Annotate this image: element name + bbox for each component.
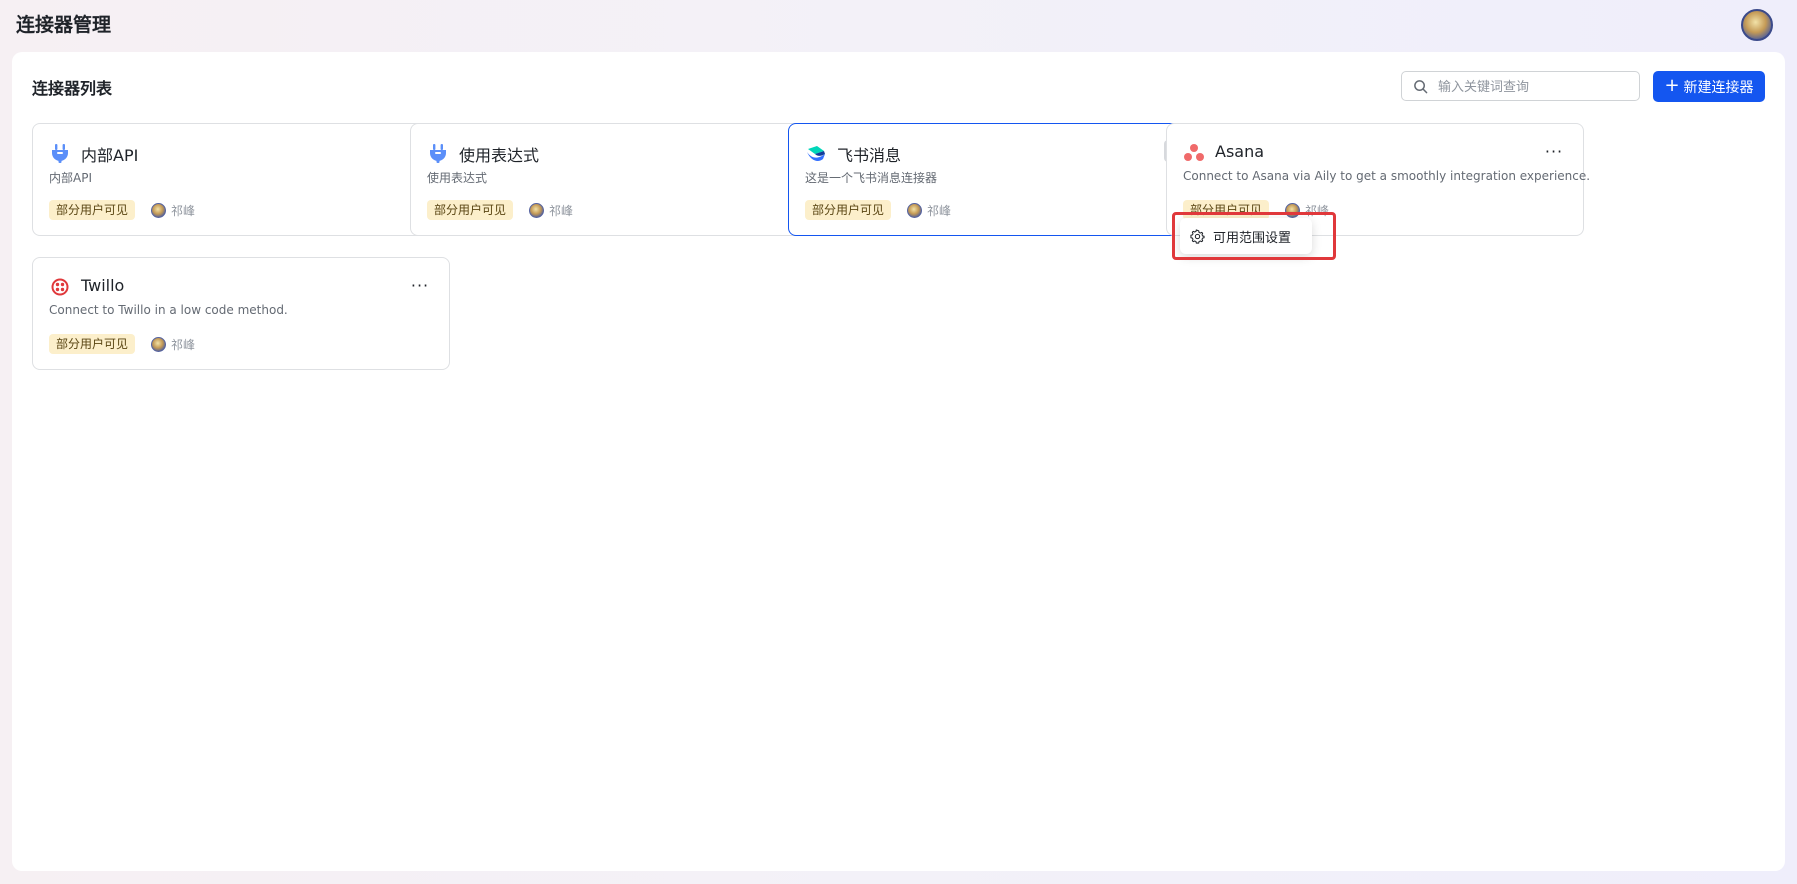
visibility-tag: 部分用户可见 <box>427 200 514 220</box>
owner-name: 祁峰 <box>1305 203 1330 218</box>
visibility-tag: 部分用户可见 <box>49 334 136 354</box>
more-menu-button[interactable]: ··· <box>1542 140 1566 162</box>
connector-name: 内部API <box>81 146 139 165</box>
feishu-logo-icon <box>807 146 825 161</box>
owner-name: 祁峰 <box>171 337 196 352</box>
owner-name: 祁峰 <box>549 203 574 218</box>
new-connector-button[interactable]: + 新建连接器 <box>1653 71 1765 102</box>
connector-card-feishu[interactable]: 飞书消息 这是一个飞书消息连接器 部分用户可见 祁峰 ··· <box>788 123 1206 236</box>
connector-name: 飞书消息 <box>837 146 902 165</box>
owner-avatar <box>1285 202 1300 218</box>
owner: 祁峰 <box>151 334 195 354</box>
plug-icon <box>52 144 68 163</box>
plus-icon: + <box>1664 74 1680 96</box>
connector-name: Twillo <box>81 276 125 295</box>
connector-card-internal-api[interactable]: 内部API 内部API 部分用户可见 祁峰 ··· <box>32 123 450 236</box>
asana-logo-icon <box>1184 144 1204 161</box>
gear-icon <box>1190 228 1205 244</box>
visibility-tag: 部分用户可见 <box>1183 200 1270 220</box>
page-title: 连接器管理 <box>16 14 112 36</box>
new-connector-label: 新建连接器 <box>1683 79 1754 96</box>
connector-desc: Connect to Asana via Aily to get a smoot… <box>1183 169 1591 183</box>
search-box[interactable] <box>1401 71 1640 101</box>
owner: 祁峰 <box>907 200 951 220</box>
search-icon <box>1414 80 1428 94</box>
owner-name: 祁峰 <box>927 203 952 218</box>
connector-card-expression[interactable]: 使用表达式 使用表达式 部分用户可见 祁峰 ··· <box>410 123 828 236</box>
connector-name: Asana <box>1215 142 1265 161</box>
connector-card-twillo[interactable]: Twillo Connect to Twillo in a low code m… <box>32 257 450 370</box>
search-input[interactable] <box>1436 76 1630 98</box>
connector-desc: 内部API <box>49 171 92 185</box>
connector-name: 使用表达式 <box>459 146 540 165</box>
plug-icon <box>430 144 446 163</box>
twilio-logo-icon <box>51 278 69 296</box>
owner-avatar <box>529 202 544 218</box>
owner: 祁峰 <box>529 200 573 220</box>
owner: 祁峰 <box>1285 200 1329 220</box>
owner: 祁峰 <box>151 200 195 220</box>
owner-avatar <box>151 336 166 352</box>
visibility-tag: 部分用户可见 <box>49 200 136 220</box>
owner-avatar <box>151 202 166 218</box>
scope-settings-label: 可用范围设置 <box>1213 230 1292 246</box>
panel-title: 连接器列表 <box>32 79 113 98</box>
visibility-tag: 部分用户可见 <box>805 200 892 220</box>
more-menu-button[interactable]: ··· <box>408 274 432 296</box>
scope-settings-menu-item[interactable]: 可用范围设置 <box>1180 218 1312 254</box>
connector-desc: 这是一个飞书消息连接器 <box>805 171 938 185</box>
owner-name: 祁峰 <box>171 203 196 218</box>
connector-desc: 使用表达式 <box>427 171 488 185</box>
connector-desc: Connect to Twillo in a low code method. <box>49 303 288 317</box>
owner-avatar <box>907 202 922 218</box>
connector-panel: 连接器列表 + 新建连接器 内部API 内部API 部分用户可见 祁峰 ··· <box>12 52 1785 871</box>
user-avatar[interactable] <box>1741 9 1773 41</box>
